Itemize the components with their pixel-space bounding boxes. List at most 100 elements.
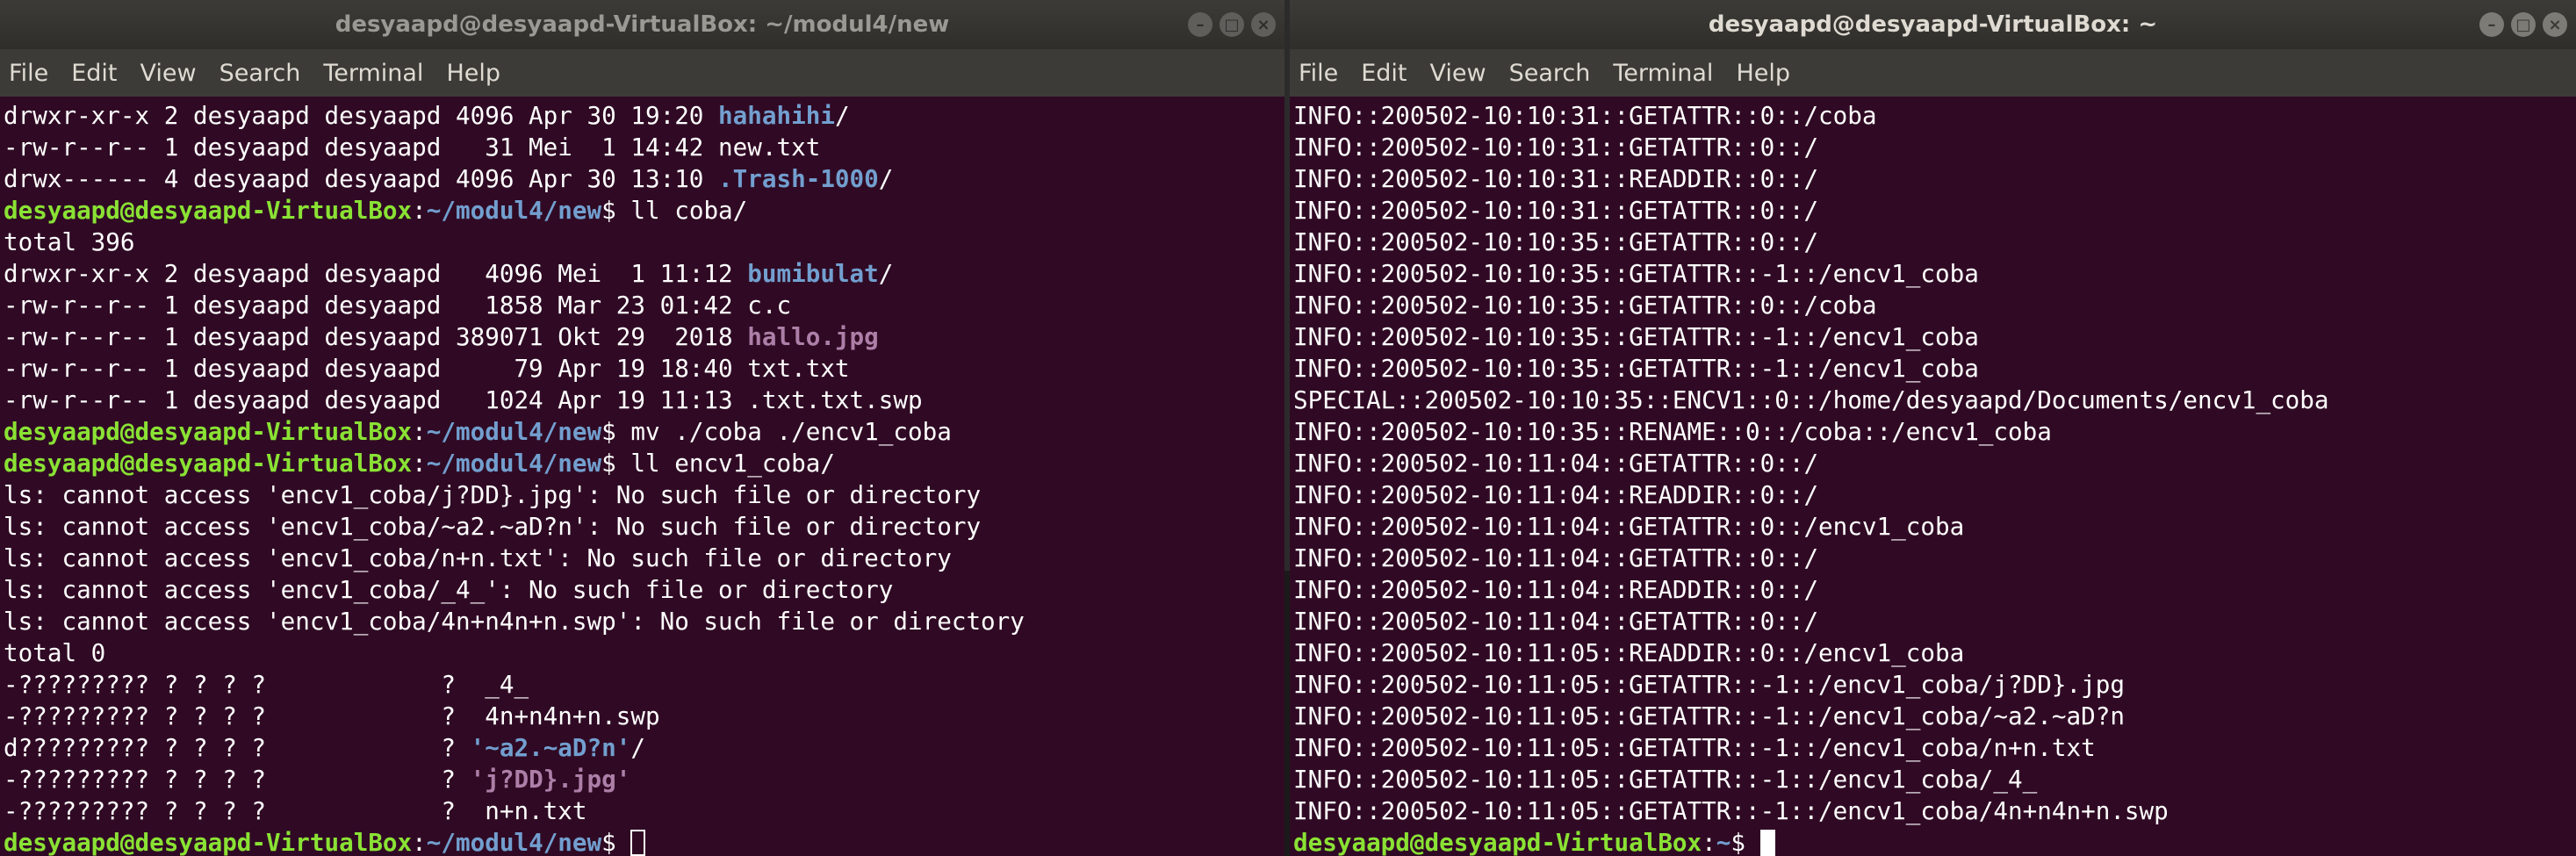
- text-segment: $ ll encv1_coba/: [601, 449, 835, 478]
- window-title: desyaapd@desyaapd-VirtualBox: ~/modul4/n…: [335, 11, 950, 38]
- text-segment: drwxr-xr-x 2 desyaapd desyaapd 4096 Mei …: [4, 259, 748, 288]
- prompt-path: ~: [1716, 828, 1731, 856]
- text-segment: :: [412, 196, 427, 225]
- terminal-line: INFO::200502-10:10:31::GETATTR::0::/: [1293, 132, 2576, 163]
- titlebar[interactable]: desyaapd@desyaapd-VirtualBox: ~ – □ ×: [1290, 0, 2576, 49]
- terminal-line: INFO::200502-10:10:35::GETATTR::-1::/enc…: [1293, 258, 2576, 290]
- prompt-path: ~/modul4/new: [426, 828, 602, 856]
- terminal-line: -rw-r--r-- 1 desyaapd desyaapd 1024 Apr …: [4, 385, 1284, 416]
- terminal-line: desyaapd@desyaapd-VirtualBox:~/modul4/ne…: [4, 416, 1284, 448]
- text-segment: total 0: [4, 638, 106, 667]
- terminal-line: SPECIAL::200502-10:10:35::ENCV1::0::/hom…: [1293, 385, 2576, 416]
- prompt-path: ~/modul4/new: [426, 196, 602, 225]
- terminal-line: INFO::200502-10:10:35::GETATTR::0::/coba: [1293, 290, 2576, 321]
- text-segment: :: [412, 449, 427, 478]
- menu-file[interactable]: File: [1299, 60, 1338, 87]
- terminal-output[interactable]: drwxr-xr-x 2 desyaapd desyaapd 4096 Apr …: [0, 97, 1284, 856]
- text-segment: total 396: [4, 227, 135, 256]
- menu-view[interactable]: View: [140, 60, 196, 87]
- prompt-user: desyaapd@desyaapd-VirtualBox: [4, 449, 413, 478]
- text-segment: INFO::200502-10:11:05::GETATTR::-1::/enc…: [1293, 701, 2125, 730]
- menu-edit[interactable]: Edit: [1361, 60, 1407, 87]
- prompt-path: ~/modul4/new: [426, 417, 602, 446]
- terminal-line: -rw-r--r-- 1 desyaapd desyaapd 389071 Ok…: [4, 321, 1284, 353]
- maximize-icon[interactable]: □: [1220, 12, 1244, 37]
- terminal-line: desyaapd@desyaapd-VirtualBox:~/modul4/ne…: [4, 827, 1284, 856]
- text-segment: INFO::200502-10:11:05::GETATTR::-1::/enc…: [1293, 733, 2096, 762]
- menu-terminal[interactable]: Terminal: [323, 60, 423, 87]
- text-segment: /: [834, 101, 850, 130]
- text-segment: INFO::200502-10:11:04::GETATTR::0::/encv…: [1293, 512, 1965, 541]
- minimize-icon[interactable]: –: [1188, 12, 1212, 37]
- text-segment: INFO::200502-10:10:31::GETATTR::0::/coba: [1293, 101, 1877, 130]
- terminal-line: INFO::200502-10:11:05::GETATTR::-1::/enc…: [1293, 701, 2576, 732]
- terminal-line: INFO::200502-10:11:05::READDIR::0::/encv…: [1293, 637, 2576, 669]
- menu-search[interactable]: Search: [1509, 60, 1591, 87]
- text-segment: INFO::200502-10:10:35::GETATTR::-1::/enc…: [1293, 354, 1979, 383]
- text-segment: INFO::200502-10:11:04::READDIR::0::/: [1293, 575, 1819, 604]
- text-segment: INFO::200502-10:11:05::GETATTR::-1::/enc…: [1293, 670, 2125, 699]
- terminal-line: drwx------ 4 desyaapd desyaapd 4096 Apr …: [4, 163, 1284, 195]
- terminal-output[interactable]: INFO::200502-10:10:31::GETATTR::0::/coba…: [1290, 97, 2576, 856]
- text-segment: ls: cannot access 'encv1_coba/4n+n4n+n.s…: [4, 607, 1025, 636]
- maximize-icon[interactable]: □: [2511, 12, 2536, 37]
- terminal-line: INFO::200502-10:10:35::GETATTR::0::/: [1293, 227, 2576, 258]
- terminal-line: INFO::200502-10:11:04::GETATTR::0::/: [1293, 448, 2576, 479]
- text-segment: -rw-r--r-- 1 desyaapd desyaapd 31 Mei 1 …: [4, 133, 821, 162]
- dir-name: bumibulat: [747, 259, 879, 288]
- image-name: hallo.jpg: [747, 322, 879, 351]
- text-segment: $: [1731, 828, 1760, 856]
- minimize-icon[interactable]: –: [2479, 12, 2504, 37]
- text-segment: SPECIAL::200502-10:10:35::ENCV1::0::/hom…: [1293, 385, 2329, 414]
- text-segment: INFO::200502-10:10:35::RENAME::0::/coba:…: [1293, 417, 2052, 446]
- text-segment: INFO::200502-10:10:31::READDIR::0::/: [1293, 164, 1819, 193]
- prompt-user: desyaapd@desyaapd-VirtualBox: [4, 417, 413, 446]
- terminal-line: INFO::200502-10:10:31::GETATTR::0::/coba: [1293, 100, 2576, 132]
- titlebar[interactable]: desyaapd@desyaapd-VirtualBox: ~/modul4/n…: [0, 0, 1284, 49]
- close-icon[interactable]: ×: [2543, 12, 2567, 37]
- terminal-window-left[interactable]: desyaapd@desyaapd-VirtualBox: ~/modul4/n…: [0, 0, 1284, 856]
- terminal-line: INFO::200502-10:11:05::GETATTR::-1::/enc…: [1293, 732, 2576, 764]
- text-segment: INFO::200502-10:11:05::READDIR::0::/encv…: [1293, 638, 1965, 667]
- text-segment: /: [878, 164, 894, 193]
- text-segment: ls: cannot access 'encv1_coba/_4_': No s…: [4, 575, 894, 604]
- text-segment: INFO::200502-10:10:31::GETATTR::0::/: [1293, 196, 1819, 225]
- terminal-line: desyaapd@desyaapd-VirtualBox:~/modul4/ne…: [4, 195, 1284, 227]
- text-segment: -????????? ? ? ? ? ? n+n.txt: [4, 796, 587, 825]
- terminal-line: ls: cannot access 'encv1_coba/4n+n4n+n.s…: [4, 606, 1284, 637]
- text-segment: :: [1702, 828, 1716, 856]
- text-segment: INFO::200502-10:11:05::GETATTR::-1::/enc…: [1293, 796, 2169, 825]
- menu-help[interactable]: Help: [446, 60, 500, 87]
- terminal-line: -rw-r--r-- 1 desyaapd desyaapd 31 Mei 1 …: [4, 132, 1284, 163]
- menu-terminal[interactable]: Terminal: [1613, 60, 1713, 87]
- prompt-user: desyaapd@desyaapd-VirtualBox: [1293, 828, 1702, 856]
- text-segment: ls: cannot access 'encv1_coba/j?DD}.jpg'…: [4, 480, 982, 509]
- close-icon[interactable]: ×: [1251, 12, 1276, 37]
- menu-search[interactable]: Search: [219, 60, 301, 87]
- text-segment: -rw-r--r-- 1 desyaapd desyaapd 389071 Ok…: [4, 322, 748, 351]
- text-segment: /: [630, 733, 645, 762]
- menu-file[interactable]: File: [9, 60, 48, 87]
- text-segment: drwxr-xr-x 2 desyaapd desyaapd 4096 Apr …: [4, 101, 719, 130]
- terminal-line: -????????? ? ? ? ? ? _4_: [4, 669, 1284, 701]
- terminal-line: ls: cannot access 'encv1_coba/j?DD}.jpg'…: [4, 479, 1284, 511]
- terminal-line: ls: cannot access 'encv1_coba/n+n.txt': …: [4, 543, 1284, 574]
- terminal-line: -????????? ? ? ? ? ? 4n+n4n+n.swp: [4, 701, 1284, 732]
- text-segment: /: [878, 259, 894, 288]
- text-segment: INFO::200502-10:11:04::READDIR::0::/: [1293, 480, 1819, 509]
- terminal-window-right[interactable]: desyaapd@desyaapd-VirtualBox: ~ – □ × Fi…: [1290, 0, 2576, 856]
- prompt-path: ~/modul4/new: [426, 449, 602, 478]
- terminal-line: INFO::200502-10:10:31::READDIR::0::/: [1293, 163, 2576, 195]
- text-segment: ls: cannot access 'encv1_coba/~a2.~aD?n'…: [4, 512, 982, 541]
- menu-view[interactable]: View: [1429, 60, 1486, 87]
- terminal-line: INFO::200502-10:11:04::READDIR::0::/: [1293, 574, 2576, 606]
- terminal-line: INFO::200502-10:10:31::GETATTR::0::/: [1293, 195, 2576, 227]
- terminal-line: -rw-r--r-- 1 desyaapd desyaapd 1858 Mar …: [4, 290, 1284, 321]
- text-segment: -rw-r--r-- 1 desyaapd desyaapd 1024 Apr …: [4, 385, 923, 414]
- menu-help[interactable]: Help: [1736, 60, 1790, 87]
- text-segment: ls: cannot access 'encv1_coba/n+n.txt': …: [4, 543, 952, 572]
- scrollbar[interactable]: [1284, 571, 1290, 856]
- terminal-line: drwxr-xr-x 2 desyaapd desyaapd 4096 Apr …: [4, 100, 1284, 132]
- terminal-line: total 0: [4, 637, 1284, 669]
- menu-edit[interactable]: Edit: [71, 60, 117, 87]
